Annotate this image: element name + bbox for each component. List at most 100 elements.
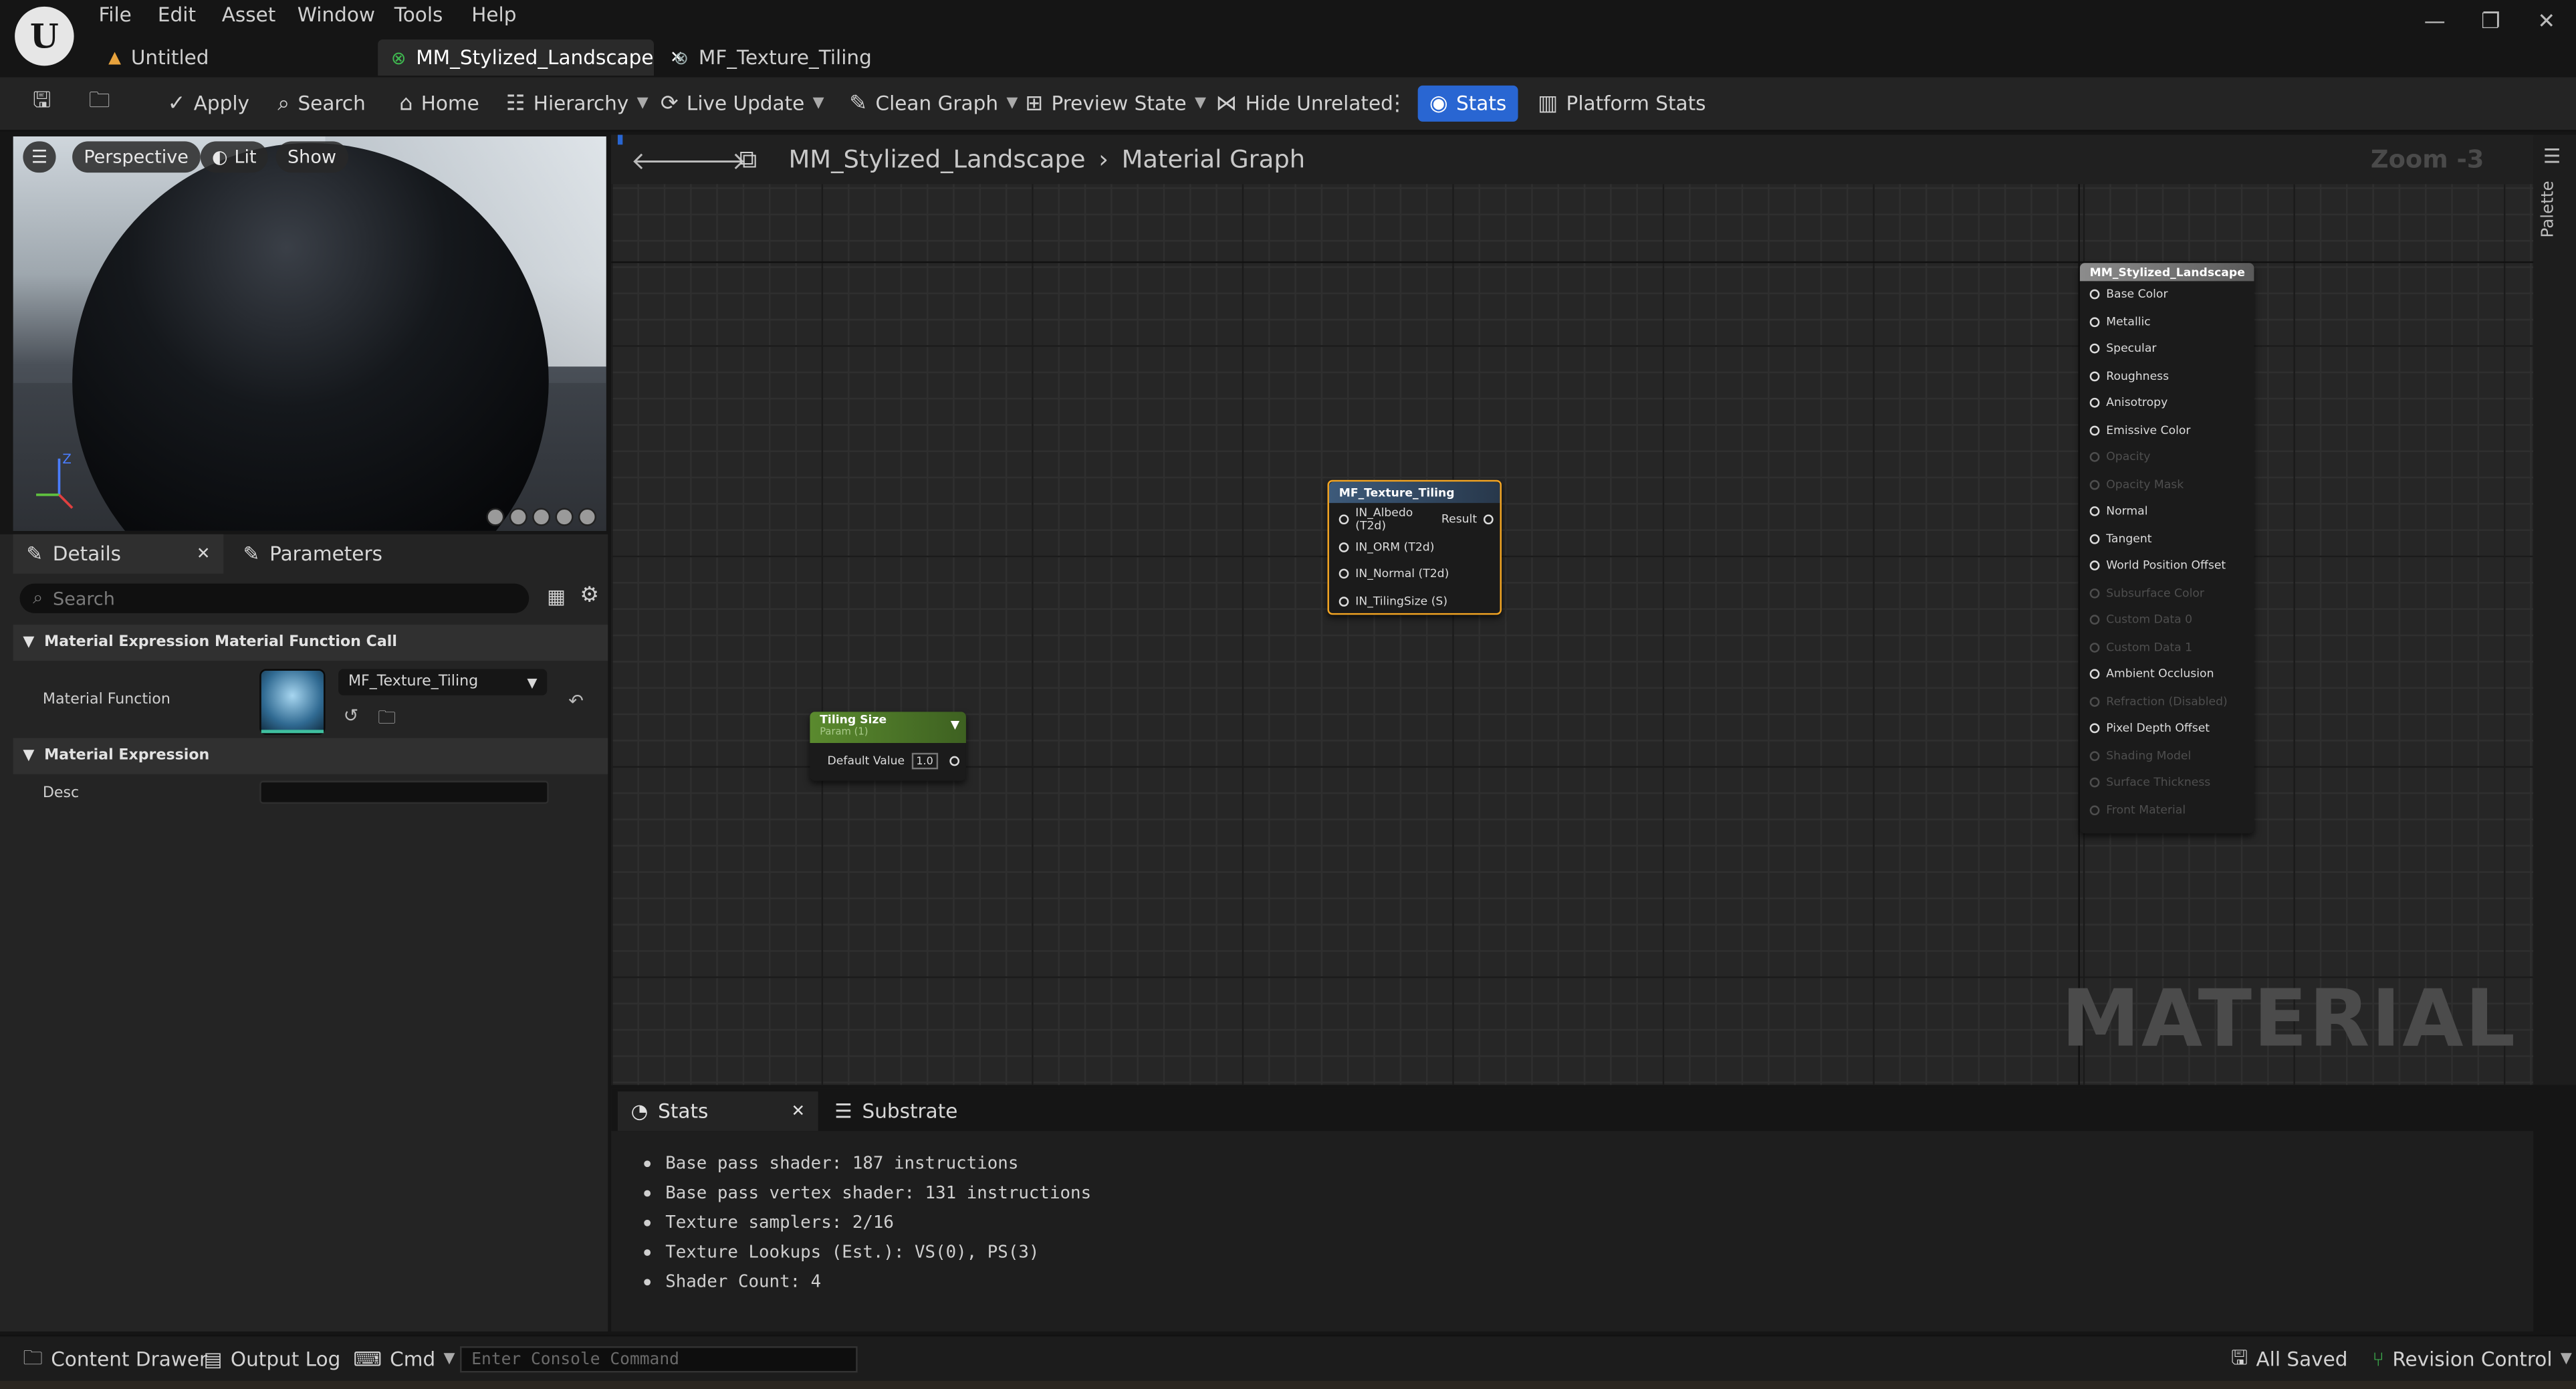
- menu-edit[interactable]: Edit: [158, 3, 196, 29]
- material-pin[interactable]: World Position Offset: [2080, 552, 2254, 580]
- material-pin[interactable]: Metallic: [2080, 308, 2254, 336]
- pin-ring-icon: [2089, 696, 2100, 707]
- palette-menu-icon[interactable]: ☰: [2543, 144, 2561, 167]
- forward-arrow-icon[interactable]: 🡒: [680, 144, 746, 176]
- chevron-down-icon[interactable]: ▼: [951, 718, 959, 732]
- breadcrumb-root[interactable]: MM_Stylized_Landscape: [789, 144, 1086, 174]
- material-pin[interactable]: Emissive Color: [2080, 417, 2254, 444]
- home-button[interactable]: ⌂ Home: [392, 86, 485, 122]
- material-pin[interactable]: Shading Model: [2080, 742, 2254, 770]
- material-pin[interactable]: Roughness: [2080, 362, 2254, 390]
- menu-help[interactable]: Help: [471, 3, 516, 29]
- clean-graph-button[interactable]: ✎ Clean Graph ▼: [843, 86, 1025, 122]
- material-pin[interactable]: Base Color: [2080, 281, 2254, 308]
- menu-window[interactable]: Window: [298, 3, 375, 29]
- param-output-pin-icon[interactable]: [949, 756, 960, 766]
- pin-in-albedo[interactable]: IN_Albedo (T2d) Result: [1329, 506, 1500, 534]
- menu-file[interactable]: File: [98, 3, 131, 29]
- use-selected-icon[interactable]: ↺: [344, 705, 359, 726]
- preview-state-button[interactable]: ⊞ Preview State ▼: [1019, 86, 1213, 122]
- console-input[interactable]: Enter Console Command: [460, 1346, 858, 1373]
- tab-details[interactable]: ✎ Details ✕: [13, 534, 224, 574]
- preview-cube-icon[interactable]: [555, 508, 574, 526]
- tab-substrate[interactable]: ☰ Substrate: [834, 1091, 957, 1131]
- material-pin[interactable]: Opacity: [2080, 444, 2254, 471]
- material-pin[interactable]: Opacity Mask: [2080, 471, 2254, 498]
- menu-asset[interactable]: Asset: [222, 3, 276, 29]
- section-material-expression[interactable]: ▼ Material Expression: [13, 738, 608, 774]
- restore-icon[interactable]: ❐: [2474, 7, 2507, 39]
- material-pin[interactable]: Ambient Occlusion: [2080, 661, 2254, 688]
- stats-button[interactable]: ◉ Stats: [1417, 85, 1518, 122]
- material-pin[interactable]: Anisotropy: [2080, 390, 2254, 417]
- hierarchy-button[interactable]: ☷ Hierarchy ▼: [499, 86, 655, 122]
- material-pin[interactable]: Pixel Depth Offset: [2080, 715, 2254, 742]
- default-value-input[interactable]: 1.0: [911, 752, 939, 770]
- settings-gear-icon[interactable]: ⚙: [580, 584, 599, 609]
- cmd-dropdown[interactable]: ⌨ Cmd ▼: [353, 1346, 455, 1372]
- tab-stats[interactable]: ◔ Stats ✕: [617, 1091, 818, 1132]
- revision-control-button[interactable]: ⑂ Revision Control ▼: [2372, 1346, 2571, 1372]
- tab-mf-texture-tiling[interactable]: ⊗ MF_Texture_Tiling: [661, 39, 907, 76]
- preview-sphere-icon[interactable]: [509, 508, 528, 526]
- material-pin[interactable]: Refraction (Disabled): [2080, 688, 2254, 716]
- material-pin[interactable]: Custom Data 1: [2080, 634, 2254, 661]
- output-log-button[interactable]: ▤ Output Log: [204, 1346, 341, 1372]
- material-function-icon: ⊗: [673, 47, 689, 69]
- axis-z-label: Z: [62, 451, 71, 467]
- pin-in-normal[interactable]: IN_Normal (T2d): [1329, 560, 1500, 588]
- material-result-node[interactable]: MM_Stylized_Landscape Base Color Metallic…: [2079, 263, 2254, 834]
- palette-tab[interactable]: Palette: [2540, 181, 2558, 237]
- reset-arrow-icon[interactable]: ↶: [568, 690, 584, 712]
- preview-custom-mesh-icon[interactable]: [578, 508, 596, 526]
- hide-unrelated-button[interactable]: ⋈ Hide Unrelated: [1209, 86, 1400, 122]
- pin-in-orm[interactable]: IN_ORM (T2d): [1329, 534, 1500, 561]
- material-pin[interactable]: Tangent: [2080, 525, 2254, 552]
- save-button[interactable]: 🖫: [26, 86, 57, 122]
- menu-tools[interactable]: Tools: [394, 3, 443, 29]
- tab-mm-stylized-landscape[interactable]: ⊗ MM_Stylized_Landscape ✕: [378, 39, 684, 76]
- material-pin[interactable]: Specular: [2080, 335, 2254, 362]
- show-button[interactable]: Show: [275, 141, 348, 173]
- minimize-icon[interactable]: —: [2418, 7, 2451, 39]
- close-icon[interactable]: ✕: [2530, 7, 2563, 39]
- material-function-dropdown[interactable]: MF_Texture_Tiling ▼: [338, 669, 548, 696]
- tab-untitled[interactable]: ▲ Untitled: [96, 39, 372, 76]
- material-pin[interactable]: Subsurface Color: [2080, 579, 2254, 607]
- pin-ring-icon: [2089, 750, 2100, 761]
- material-pin[interactable]: Custom Data 0: [2080, 607, 2254, 634]
- function-call-node[interactable]: MF_Texture_Tiling IN_Albedo (T2d) Result …: [1327, 479, 1502, 615]
- content-drawer-button[interactable]: 🗀 Content Drawer: [23, 1346, 207, 1372]
- unreal-logo-icon[interactable]: U: [15, 6, 74, 66]
- material-pin[interactable]: Normal: [2080, 498, 2254, 526]
- breadcrumb-leaf[interactable]: Material Graph: [1122, 144, 1306, 174]
- material-pin[interactable]: Surface Thickness: [2080, 769, 2254, 796]
- more-options-button[interactable]: ⋮: [1380, 86, 1415, 122]
- table-view-icon[interactable]: ▦: [547, 585, 566, 608]
- material-function-thumbnail[interactable]: [259, 669, 326, 735]
- preview-cylinder-icon[interactable]: [486, 508, 505, 526]
- preview-plane-icon[interactable]: [532, 508, 551, 526]
- material-graph[interactable]: 🡐 🡒 ⧉ MM_Stylized_Landscape › Material G…: [611, 134, 2534, 1085]
- apply-button[interactable]: ✓ Apply: [161, 86, 256, 122]
- browse-asset-icon[interactable]: 🗀: [378, 704, 396, 735]
- lit-button[interactable]: ◐ Lit: [200, 141, 268, 173]
- all-saved-button[interactable]: 🖫 All Saved: [2231, 1346, 2347, 1372]
- pin-result-icon[interactable]: [1483, 514, 1494, 525]
- close-icon[interactable]: ✕: [197, 545, 211, 563]
- desc-input[interactable]: [259, 780, 549, 804]
- search-button[interactable]: ⌕ Search: [271, 86, 372, 122]
- tab-parameters[interactable]: ✎ Parameters: [230, 534, 427, 574]
- live-update-button[interactable]: ⟳ Live Update ▼: [654, 86, 830, 122]
- preview-viewport[interactable]: ☰ Perspective ◐ Lit Show Z: [13, 136, 606, 531]
- scalar-parameter-node[interactable]: Tiling Size Param (1) ▼ Default Value 1.…: [810, 712, 966, 781]
- browse-button[interactable]: 🗀: [82, 86, 117, 122]
- material-pin[interactable]: Front Material: [2080, 796, 2254, 824]
- perspective-button[interactable]: Perspective: [72, 141, 201, 173]
- pin-in-tiling-size[interactable]: IN_TilingSize (S): [1329, 588, 1500, 615]
- platform-stats-button[interactable]: ▥ Platform Stats: [1531, 86, 1712, 122]
- details-search-input[interactable]: ⌕ Search: [19, 583, 530, 613]
- close-icon[interactable]: ✕: [791, 1102, 805, 1120]
- viewport-menu-button[interactable]: ☰: [23, 141, 56, 173]
- section-material-function-call[interactable]: ▼ Material Expression Material Function …: [13, 625, 608, 661]
